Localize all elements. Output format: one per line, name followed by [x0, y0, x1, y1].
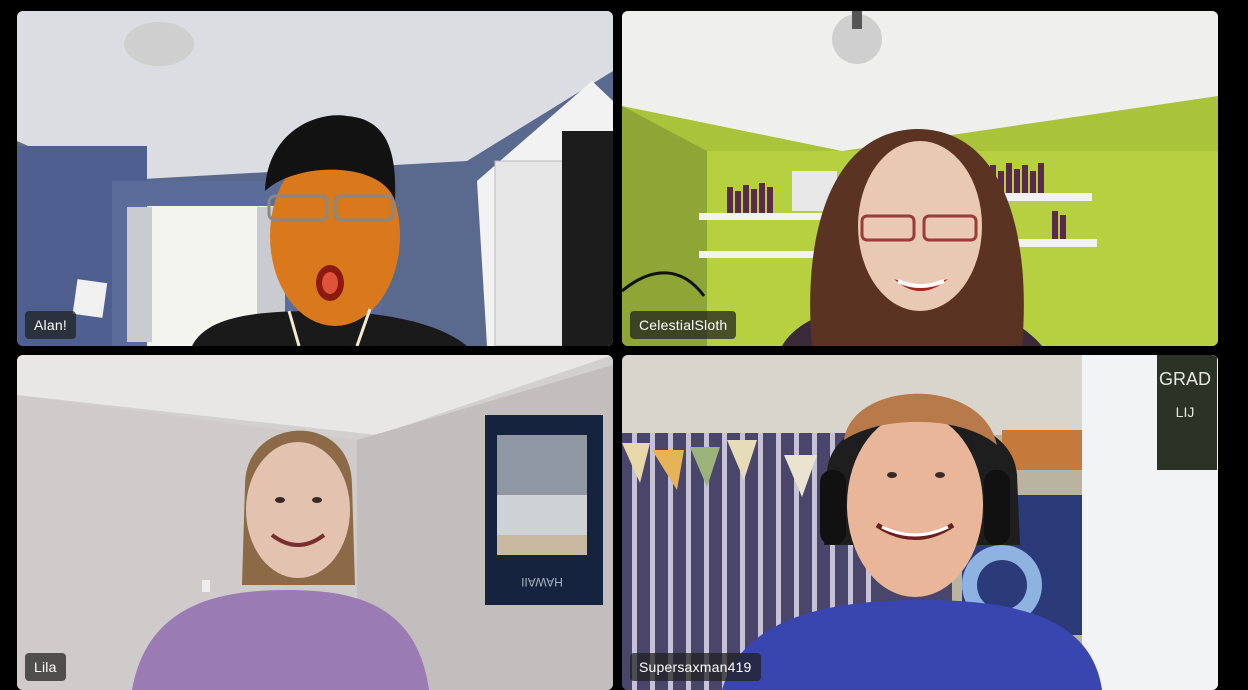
video-tile-alan[interactable]: Alan!: [17, 11, 613, 346]
video-feed-lila: HAWAII: [17, 355, 613, 690]
video-tile-celestialsloth[interactable]: CelestialSloth: [622, 11, 1218, 346]
poster-caption: HAWAII: [521, 575, 563, 589]
pennant-subtext: LIJ: [1176, 404, 1195, 420]
participant-name-label: Alan!: [25, 311, 76, 339]
participant-name-label: Lila: [25, 653, 66, 681]
pennant-text: GRAD: [1159, 369, 1211, 389]
participant-name-label: CelestialSloth: [630, 311, 737, 339]
video-tile-supersaxman419[interactable]: GRAD LIJ Supersaxman419: [622, 355, 1218, 690]
video-tile-lila[interactable]: HAWAII Lila: [17, 355, 613, 690]
participant-name-label: Supersaxman419: [630, 653, 761, 681]
video-feed-supersaxman419: GRAD LIJ: [622, 355, 1218, 690]
video-feed-celestialsloth: [622, 11, 1218, 346]
video-feed-alan: [17, 11, 613, 346]
